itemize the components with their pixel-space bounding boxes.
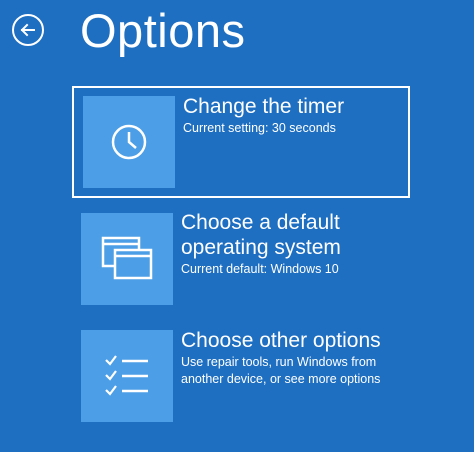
change-timer-description: Current setting: 30 seconds (183, 121, 336, 135)
back-button[interactable] (12, 14, 44, 46)
choose-default-os-option[interactable]: Choose a default operating system Curren… (72, 205, 410, 317)
choose-other-options-option[interactable]: Choose other options Use repair tools, r… (72, 322, 410, 434)
clock-icon (111, 124, 147, 160)
choose-default-os-tile (81, 213, 173, 305)
choose-default-os-title-line1: Choose a default (181, 211, 340, 234)
choose-other-options-title: Choose other options (181, 329, 381, 352)
change-timer-tile (83, 96, 175, 188)
choose-default-os-description: Current default: Windows 10 (181, 262, 339, 276)
change-timer-option[interactable]: Change the timer Current setting: 30 sec… (72, 86, 410, 198)
choose-default-os-title-line2: operating system (181, 236, 341, 259)
choose-other-options-description-line2: another device, or see more options (181, 372, 381, 386)
change-timer-title: Change the timer (183, 95, 345, 118)
arrow-left-icon (20, 23, 35, 37)
choose-other-options-description-line1: Use repair tools, run Windows from (181, 355, 377, 369)
page-title: Options (80, 4, 246, 57)
windows-stack-icon (101, 236, 153, 280)
checklist-icon (105, 355, 148, 396)
choose-other-options-tile (81, 330, 173, 422)
